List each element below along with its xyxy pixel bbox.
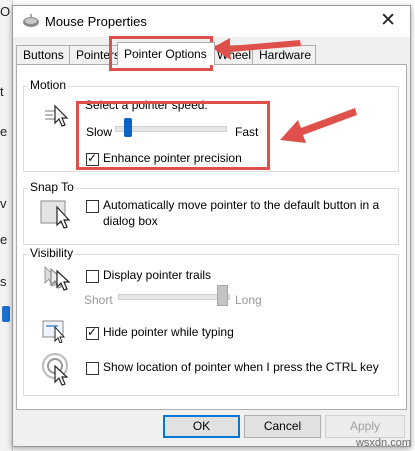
annotation-arrows <box>212 38 357 143</box>
watermark-text: wsxdn.com <box>355 437 411 449</box>
slider-arrow-icon <box>280 108 357 143</box>
tab-pointer-options-label: Pointer Options <box>124 47 207 61</box>
tab-arrow-icon <box>212 38 301 60</box>
tab-pointer-options[interactable]: Pointer Options <box>117 42 215 65</box>
